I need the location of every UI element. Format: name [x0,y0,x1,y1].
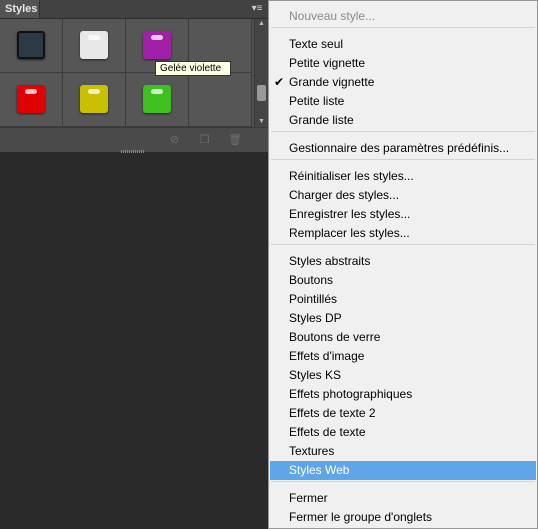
menu-item[interactable]: Boutons [270,271,536,290]
tab-styles[interactable]: Styles [0,0,40,18]
styles-panel: Styles ▾≡ ▲ ▼ ⊘ ❐ 🗑 [0,0,268,152]
menu-item-label: Charger des styles... [289,188,400,202]
menu-item: Nouveau style... [270,7,536,26]
menu-item[interactable]: Effets de texte [270,423,536,442]
panel-menu-icon[interactable]: ▾≡ [250,2,264,15]
tooltip: Gelée violette [155,61,231,76]
grid-scrollbar[interactable]: ▲ ▼ [254,19,268,127]
style-swatch[interactable] [80,30,108,59]
style-swatch[interactable] [143,84,171,113]
menu-item-label: Petite liste [289,94,345,108]
menu-item-label: Réinitialiser les styles... [289,169,414,183]
menu-item[interactable]: Effets photographiques [270,385,536,404]
menu-item[interactable]: Petite vignette [270,54,536,73]
menu-item[interactable]: Effets d'image [270,347,536,366]
menu-item-label: Fermer le groupe d'onglets [289,510,433,524]
menu-item-label: Grande liste [289,113,354,127]
menu-item-label: Boutons [289,273,334,287]
menu-item-label: Remplacer les styles... [289,226,410,240]
menu-separator [271,244,535,245]
delete-icon[interactable]: 🗑 [228,134,242,146]
style-cell[interactable] [63,73,126,127]
empty-cell [189,73,252,127]
menu-item-label: Styles abstraits [289,254,371,268]
new-style-icon[interactable]: ❐ [198,134,211,146]
style-cell[interactable] [0,19,63,73]
menu-item[interactable]: Effets de texte 2 [270,404,536,423]
menu-item[interactable]: Enregistrer les styles... [270,205,536,224]
panel-bottombar: ⊘ ❐ 🗑 [0,127,268,152]
menu-item-label: Nouveau style... [289,9,376,23]
menu-item-label: Styles DP [289,311,342,325]
menu-item[interactable]: Texte seul [270,35,536,54]
style-swatch[interactable] [143,30,171,59]
menu-item-label: Effets de texte [289,425,366,439]
style-cell[interactable] [0,73,63,127]
menu-item[interactable]: Styles abstraits [270,252,536,271]
menu-item[interactable]: Fermer le groupe d'onglets [270,508,536,527]
menu-item-label: Enregistrer les styles... [289,207,411,221]
menu-item-label: Fermer [289,491,328,505]
menu-item[interactable]: Styles Web [270,461,536,480]
menu-item[interactable]: Textures [270,442,536,461]
menu-item-label: Effets d'image [289,349,365,363]
menu-item[interactable]: ✔ Grande vignette [270,73,536,92]
menu-item-label: Textures [289,444,335,458]
scroll-up-icon[interactable]: ▲ [255,19,268,29]
menu-item-label: Effets de texte 2 [289,406,376,420]
menu-separator [271,159,535,160]
menu-item-label: Gestionnaire des paramètres prédéfinis..… [289,141,510,155]
menu-item[interactable]: Gestionnaire des paramètres prédéfinis..… [270,139,536,158]
menu-separator [271,131,535,132]
menu-item[interactable]: Charger des styles... [270,186,536,205]
menu-item-label: Effets photographiques [289,387,413,401]
menu-item[interactable]: Petite liste [270,92,536,111]
menu-separator [271,481,535,482]
menu-item[interactable]: Styles DP [270,309,536,328]
menu-item-label: Pointillés [289,292,338,306]
menu-item[interactable]: Styles KS [270,366,536,385]
menu-item[interactable]: Pointillés [270,290,536,309]
menu-item-label: Styles Web [289,463,350,477]
style-swatch[interactable] [17,30,45,59]
menu-item-label: Styles KS [289,368,342,382]
scroll-down-icon[interactable]: ▼ [255,117,268,127]
menu-item[interactable]: Boutons de verre [270,328,536,347]
style-cell[interactable] [63,19,126,73]
style-cell[interactable] [126,73,189,127]
menu-item-label: Petite vignette [289,56,366,70]
menu-item-label: Grande vignette [289,75,375,89]
style-swatch[interactable] [17,84,45,113]
scroll-thumb[interactable] [257,85,266,101]
menu-item[interactable]: Remplacer les styles... [270,224,536,243]
no-style-icon[interactable]: ⊘ [168,134,181,146]
menu-item-label: Boutons de verre [289,330,381,344]
checkmark-icon: ✔ [274,75,285,89]
menu-item[interactable]: Fermer [270,489,536,508]
menu-item[interactable]: Réinitialiser les styles... [270,167,536,186]
resize-grip[interactable] [121,150,145,153]
menu-item-label: Texte seul [289,37,344,51]
menu-item[interactable]: Grande liste [270,111,536,130]
style-swatch[interactable] [80,84,108,113]
menu-separator [271,27,535,28]
panel-tabbar: Styles ▾≡ [0,0,268,19]
panel-flyout-menu: Nouveau style... Texte seul Petite vignett… [268,0,538,529]
